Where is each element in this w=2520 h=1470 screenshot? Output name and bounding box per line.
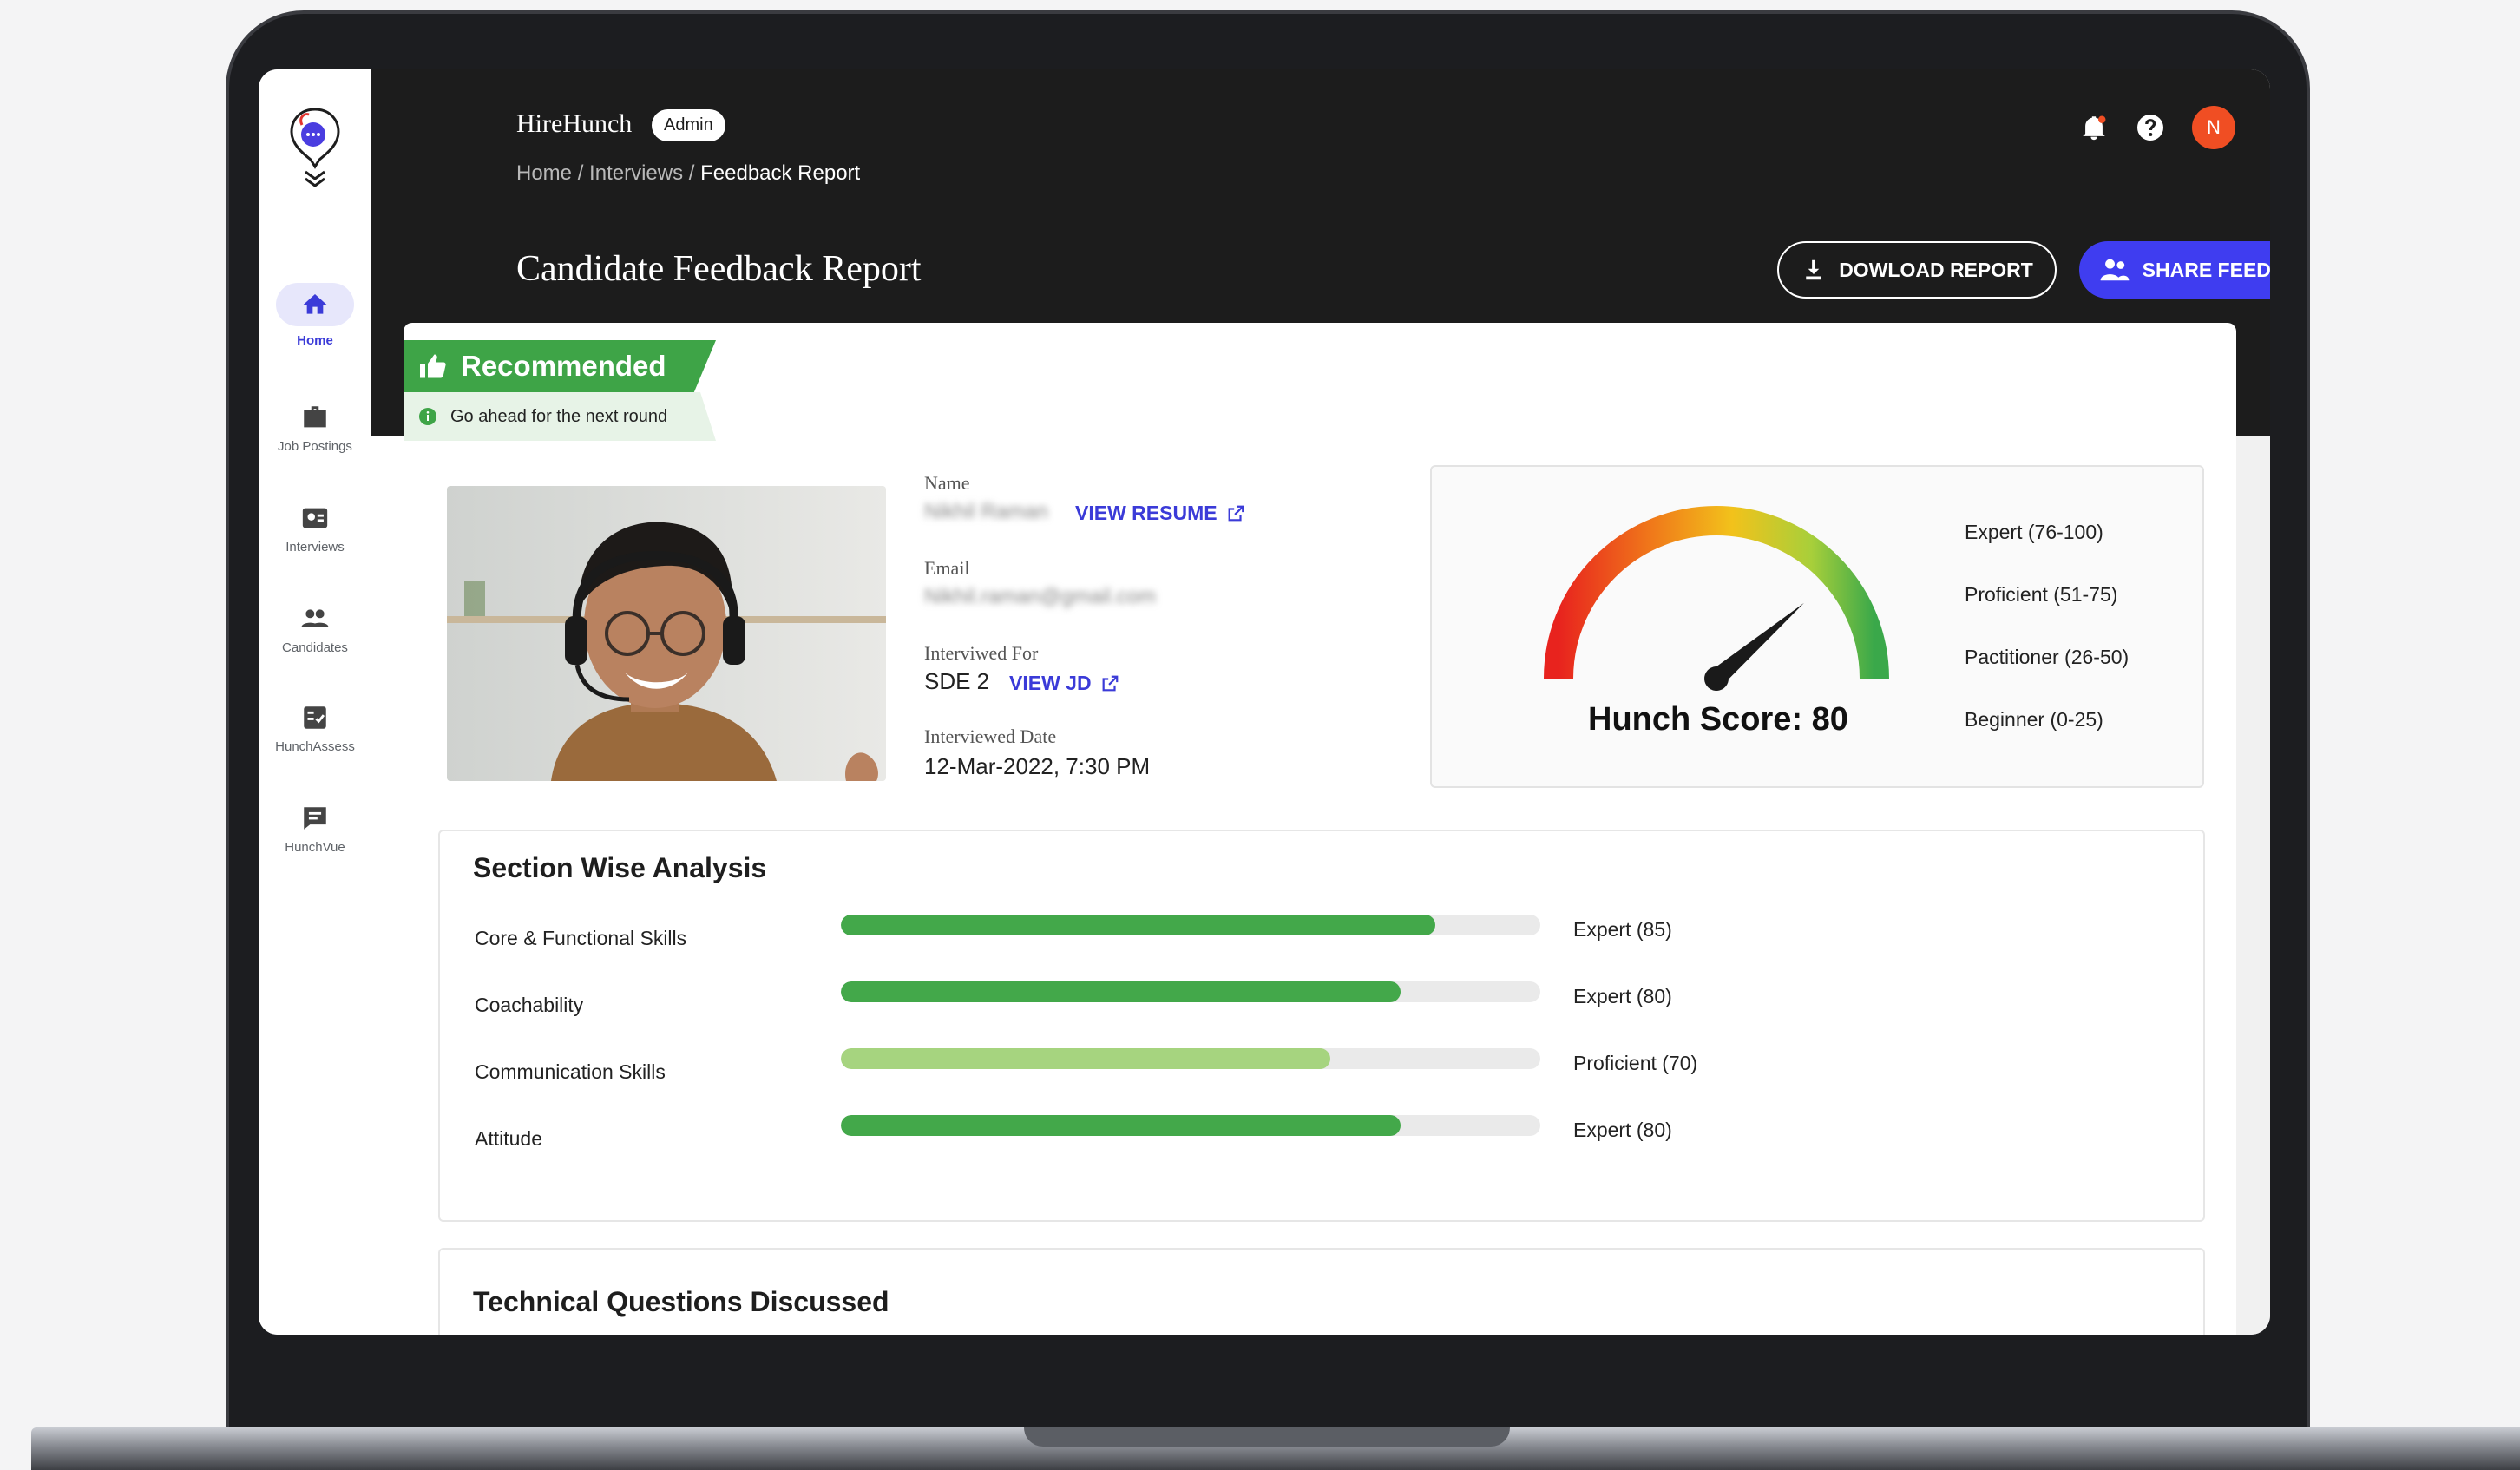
sidebar-item-hunchassess[interactable]: HunchAssess <box>259 703 371 754</box>
skill-bar-track <box>841 1048 1540 1069</box>
page-title: Candidate Feedback Report <box>516 249 922 289</box>
skill-bar-fill <box>841 915 1436 935</box>
sidebar-item-label: HunchAssess <box>275 739 355 754</box>
view-jd-label: VIEW JD <box>1009 672 1092 694</box>
skill-bar-fill <box>841 1048 1331 1069</box>
hunch-score-panel: Hunch Score: 80 Expert (76-100) Proficie… <box>1430 465 2204 788</box>
section-title: Technical Questions Discussed <box>473 1286 889 1317</box>
checklist-icon <box>304 706 326 729</box>
breadcrumb-separator: / <box>572 161 590 185</box>
sidebar: Home Job Postings Interviews Candidates … <box>259 69 371 1335</box>
recommendation-note: Go ahead for the next round <box>450 406 668 426</box>
legend-beginner: Beginner (0-25) <box>1965 708 2103 731</box>
gauge-needle <box>1704 602 1804 691</box>
external-link-icon <box>1102 675 1118 691</box>
breadcrumb-separator: / <box>683 161 701 185</box>
breadcrumb-home[interactable]: Home <box>516 161 572 185</box>
email-label: Email <box>924 557 970 579</box>
briefcase-icon <box>304 406 326 428</box>
sidebar-item-label: HunchVue <box>285 840 345 855</box>
people-icon <box>301 609 329 627</box>
breadcrumb-interviews[interactable]: Interviews <box>589 161 683 185</box>
candidate-name: Nikhil Raman <box>924 500 1048 523</box>
sidebar-item-job-postings[interactable]: Job Postings <box>259 403 371 454</box>
download-icon <box>1806 259 1821 280</box>
candidate-photo <box>447 486 886 781</box>
skill-label: Core & Functional Skills <box>475 927 687 949</box>
interviewed-date-value: 12-Mar-2022, 7:30 PM <box>924 753 1151 779</box>
sidebar-item-hunchvue[interactable]: HunchVue <box>259 804 371 855</box>
breadcrumb: Home / Interviews / Feedback Report <box>516 161 860 186</box>
header-actions: N <box>2079 106 2235 149</box>
page-background <box>2236 436 2270 1335</box>
people-icon <box>2100 259 2130 281</box>
skill-label: Coachability <box>475 994 584 1016</box>
brand-name: HireHunch <box>516 109 633 138</box>
interviewed-for-label: Interviwed For <box>924 642 1039 664</box>
sidebar-item-interviews[interactable]: Interviews <box>259 503 371 555</box>
role-badge: Admin <box>652 109 725 141</box>
laptop-notch <box>1024 1427 1510 1447</box>
hunch-score: Hunch Score: 80 <box>1588 701 1848 738</box>
interview-icon <box>302 508 328 528</box>
section-wise-analysis: Section Wise Analysis Core & Functional … <box>438 830 2205 1222</box>
notification-bell-icon[interactable] <box>2079 113 2109 142</box>
technical-questions-section: Technical Questions Discussed <box>438 1248 2205 1335</box>
skill-bar-fill <box>841 981 1401 1002</box>
recommendation-status: Recommended <box>461 350 666 382</box>
share-feedback-button[interactable]: SHARE FEEDBACK <box>2079 241 2270 299</box>
score-gauge <box>1544 506 1889 691</box>
skill-bar-fill <box>841 1115 1401 1136</box>
interviewed-date-label: Interviewed Date <box>924 725 1057 747</box>
download-report-button[interactable]: DOWLOAD REPORT <box>1777 241 2057 299</box>
name-label: Name <box>924 472 970 494</box>
sidebar-item-label: Candidates <box>282 640 348 655</box>
interviewed-for-value: SDE 2 <box>924 668 990 694</box>
feedback-card: Recommended Go ahead for the next round <box>404 323 2236 1335</box>
legend-practitioner: Pactitioner (26-50) <box>1965 646 2130 668</box>
download-report-label: DOWLOAD REPORT <box>1839 258 2033 281</box>
view-resume-label: VIEW RESUME <box>1075 502 1217 524</box>
skill-bar-track <box>841 915 1540 935</box>
section-title: Section Wise Analysis <box>473 852 767 883</box>
home-icon <box>303 294 327 314</box>
skill-label: Communication Skills <box>475 1060 666 1083</box>
info-icon <box>419 408 436 425</box>
share-feedback-label: SHARE FEEDBACK <box>2142 258 2270 281</box>
candidate-email: Nikhil.raman@gmail.com <box>924 585 1157 608</box>
hirehunch-logo <box>290 108 340 187</box>
chat-icon <box>304 807 326 830</box>
skill-level: Expert (80) <box>1573 985 1672 1007</box>
recommendation-note-strip: Go ahead for the next round <box>404 392 716 441</box>
sidebar-item-label: Home <box>297 333 333 348</box>
breadcrumb-current: Feedback Report <box>700 161 861 185</box>
skill-level: Expert (80) <box>1573 1119 1672 1141</box>
skill-bar-track <box>841 981 1540 1002</box>
thumbs-up-icon <box>420 354 446 378</box>
external-link-icon <box>1228 505 1244 521</box>
recommendation-banner: Recommended <box>404 340 716 392</box>
skill-level: Proficient (70) <box>1573 1052 1698 1074</box>
view-jd-link[interactable]: VIEW JD <box>1009 672 1119 695</box>
sidebar-item-label: Interviews <box>285 540 345 555</box>
help-icon[interactable] <box>2135 112 2166 143</box>
sidebar-item-candidates[interactable]: Candidates <box>259 604 371 655</box>
sidebar-item-label: Job Postings <box>278 439 352 454</box>
sidebar-item-home[interactable]: Home <box>259 283 371 348</box>
user-avatar[interactable]: N <box>2192 106 2235 149</box>
legend-expert: Expert (76-100) <box>1965 521 2103 543</box>
view-resume-link[interactable]: VIEW RESUME <box>1075 502 1245 525</box>
skill-level: Expert (85) <box>1573 918 1672 941</box>
legend-proficient: Proficient (51-75) <box>1965 583 2118 606</box>
skill-label: Attitude <box>475 1127 542 1150</box>
app-screen: Home Job Postings Interviews Candidates … <box>259 69 2270 1335</box>
skill-bar-track <box>841 1115 1540 1136</box>
